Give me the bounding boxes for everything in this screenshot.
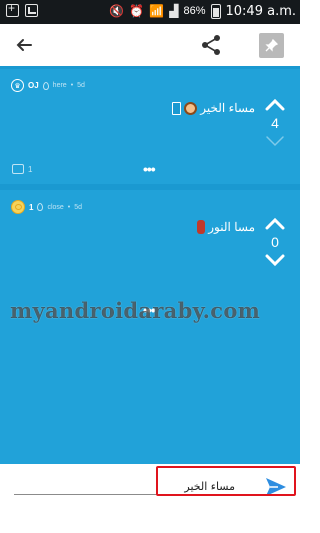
post-text: مسا النور (197, 220, 255, 234)
battery-percent: 86% (183, 5, 206, 17)
post-user: 1 (29, 202, 34, 212)
feed: ♛ OJ here • 5d مساء الخير 4 1 ••• 1 clos… (0, 66, 300, 464)
location-icon (37, 203, 44, 211)
post-age: 5d (74, 203, 83, 211)
crown-avatar-icon: ♛ (11, 79, 24, 92)
mute-icon: 🔇 (109, 4, 125, 18)
downvote-icon[interactable] (264, 254, 286, 268)
dot-separator: • (70, 82, 74, 89)
highlight-box (156, 466, 296, 496)
post-location: here (52, 82, 67, 89)
post-card[interactable]: ♛ OJ here • 5d مساء الخير 4 1 ••• (0, 69, 300, 184)
pin-icon (265, 39, 278, 52)
post-user: OJ (28, 81, 39, 90)
wifi-icon: 📶 (149, 4, 165, 18)
post-meta: ♛ OJ here • 5d (11, 79, 85, 92)
box-emoji-icon (172, 101, 182, 115)
vote-count: 0 (271, 234, 279, 250)
comment-number: 1 (28, 164, 33, 174)
watermark: myandroidaraby.com (10, 298, 261, 323)
alarm-icon: ⏰ (129, 4, 145, 18)
upvote-icon[interactable] (264, 97, 286, 111)
runner-emoji-icon (197, 220, 206, 234)
comment-icon (12, 164, 24, 174)
status-bar: 🔇 ⏰ 📶 ▟ 86% 10:49 a.m. (0, 0, 300, 24)
downvote-icon[interactable] (264, 135, 286, 149)
signal-icon: ▟ (169, 4, 179, 18)
post-meta: 1 close • 5d (11, 200, 82, 214)
toolbar (0, 24, 300, 66)
back-arrow-icon[interactable] (14, 35, 34, 55)
upvote-icon[interactable] (264, 216, 286, 230)
vote-count: 4 (271, 115, 279, 131)
comment-count[interactable]: 1 (12, 164, 32, 174)
battery-icon (210, 3, 221, 19)
notification-add-icon (6, 1, 19, 17)
post-location: close (47, 203, 64, 211)
post-age: 5d (77, 82, 85, 89)
post-card[interactable]: 1 close • 5d مسا النور 0 ••• (0, 190, 300, 464)
more-options-button[interactable]: ••• (143, 162, 156, 176)
location-icon (42, 81, 49, 90)
notification-image-icon (25, 4, 38, 17)
vote-control: 0 (264, 216, 286, 268)
share-icon[interactable] (200, 34, 222, 56)
clock: 10:49 a.m. (225, 3, 297, 19)
post-text: مساء الخير (172, 101, 255, 115)
post-message: مسا النور (208, 220, 255, 234)
coin-avatar-icon (11, 200, 25, 214)
dot-separator: • (67, 203, 71, 211)
pin-button[interactable] (259, 33, 284, 58)
vote-control: 4 (264, 97, 286, 149)
post-message: مساء الخير (200, 101, 255, 115)
girl-emoji-icon (184, 101, 198, 115)
